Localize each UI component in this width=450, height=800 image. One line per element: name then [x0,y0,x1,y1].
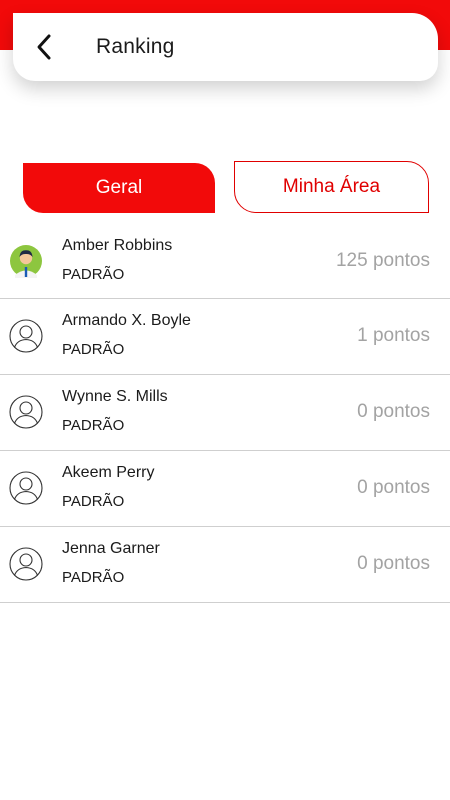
list-item[interactable]: Wynne S. Mills PADRÃO 0 pontos [0,375,450,451]
page-title: Ranking [96,35,175,58]
app-header: Ranking [13,13,438,81]
list-item[interactable]: Akeem Perry PADRÃO 0 pontos [0,451,450,527]
user-points: 1 pontos [357,325,430,346]
user-points: 0 pontos [357,477,430,498]
user-outline-avatar [9,547,43,581]
user-level: PADRÃO [62,569,125,586]
chevron-left-icon [37,34,51,60]
list-item[interactable]: Amber Robbins PADRÃO 125 pontos [0,224,450,299]
user-points: 125 pontos [335,250,430,271]
user-outline-avatar [9,471,43,505]
user-name: Wynne S. Mills [62,388,168,405]
list-item[interactable]: Jenna Garner PADRÃO 0 pontos [0,527,450,603]
user-name: Armando X. Boyle [62,312,191,329]
user-points: 0 pontos [357,553,430,574]
ranking-tabs: Geral Minha Área [23,161,429,213]
user-level: PADRÃO [62,417,125,434]
tab-geral[interactable]: Geral [23,163,215,213]
user-name: Jenna Garner [62,540,160,557]
user-outline-avatar [9,319,43,353]
user-level: PADRÃO [62,493,125,510]
user-outline-avatar [9,395,43,429]
tab-minha-area[interactable]: Minha Área [234,161,429,213]
ranking-list: Amber Robbins PADRÃO 125 pontos Armando … [0,224,450,603]
back-button[interactable] [13,13,75,81]
user-name: Amber Robbins [62,237,173,254]
user-name: Akeem Perry [62,464,155,481]
user-points: 0 pontos [357,401,430,422]
user-photo-avatar [10,245,42,278]
user-level: PADRÃO [62,266,125,283]
list-item[interactable]: Armando X. Boyle PADRÃO 1 pontos [0,299,450,375]
user-level: PADRÃO [62,341,125,358]
